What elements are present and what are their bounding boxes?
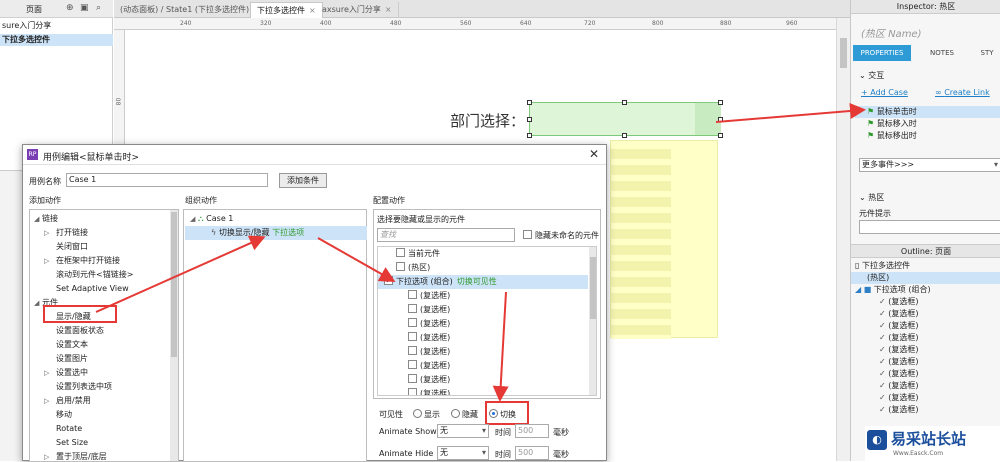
annotation-arrows [95, 103, 866, 402]
arrow-config-to-toggle [492, 291, 509, 402]
arrow-hotspot-to-event [715, 103, 866, 123]
arrow-action-to-organize [95, 235, 266, 313]
arrow-organize-to-config [317, 237, 396, 282]
